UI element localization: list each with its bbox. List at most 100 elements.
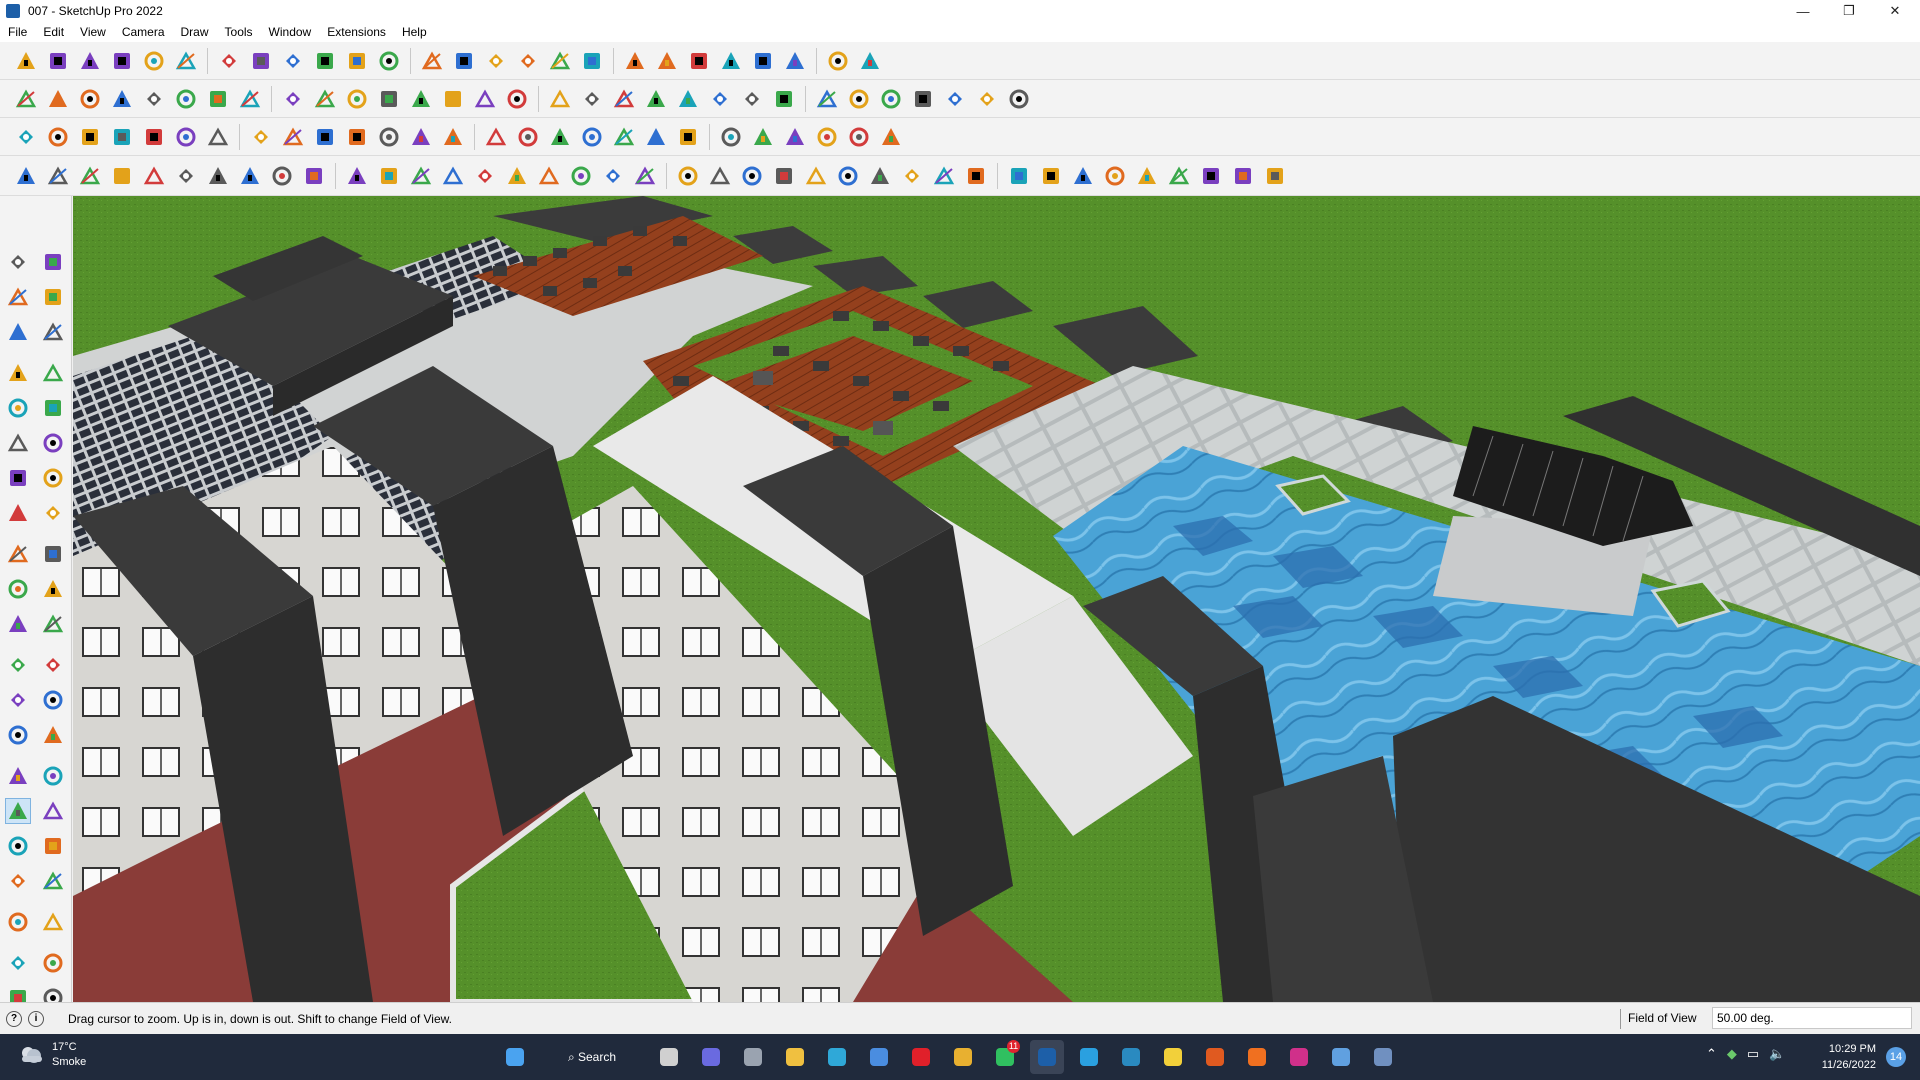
- text-icon[interactable]: [40, 687, 66, 713]
- close-button[interactable]: ✕: [1872, 0, 1918, 22]
- soften-icon[interactable]: [771, 86, 797, 112]
- undo-arc-icon[interactable]: [835, 163, 861, 189]
- gear-stack-icon[interactable]: [899, 163, 925, 189]
- x-ray-icon[interactable]: [654, 48, 680, 74]
- solid-intersect-icon[interactable]: [440, 124, 466, 150]
- opera-icon[interactable]: [904, 1040, 938, 1074]
- outer-shell-icon[interactable]: [739, 86, 765, 112]
- profile-icon[interactable]: [750, 48, 776, 74]
- windows-start-icon[interactable]: [498, 1040, 532, 1074]
- layers-icon[interactable]: [814, 124, 840, 150]
- smoove-icon[interactable]: [40, 950, 66, 976]
- look-around-icon[interactable]: [611, 124, 637, 150]
- circle-icon[interactable]: [5, 430, 31, 456]
- photos-icon[interactable]: [1324, 1040, 1358, 1074]
- shaded-icon[interactable]: [718, 48, 744, 74]
- zoom-icon[interactable]: [547, 48, 573, 74]
- lasso-icon[interactable]: [141, 48, 167, 74]
- two-point-arc-icon[interactable]: [472, 86, 498, 112]
- instructor-icon[interactable]: [878, 124, 904, 150]
- sketchup-layout-icon[interactable]: [1114, 1040, 1148, 1074]
- section-plane-icon[interactable]: [280, 86, 306, 112]
- arc-icon[interactable]: [5, 465, 31, 491]
- paint-icon[interactable]: [376, 86, 402, 112]
- menu-help[interactable]: Help: [394, 22, 435, 42]
- pan-icon[interactable]: [515, 48, 541, 74]
- taskbar-clock[interactable]: 10:29 PM 11/26/2022: [1810, 1041, 1876, 1073]
- soundcloud-icon[interactable]: [1240, 1040, 1274, 1074]
- position-camera-icon[interactable]: [5, 868, 31, 894]
- tape-pencil-icon[interactable]: [40, 319, 66, 345]
- sun-icon[interactable]: [782, 124, 808, 150]
- spiral-icon[interactable]: [739, 163, 765, 189]
- extension-warehouse-icon[interactable]: [45, 124, 71, 150]
- paint-bucket-icon[interactable]: [5, 284, 31, 310]
- rectangle-icon[interactable]: [5, 395, 31, 421]
- file-explorer-icon[interactable]: [778, 1040, 812, 1074]
- edge-icon[interactable]: [820, 1040, 854, 1074]
- circle-icon[interactable]: [504, 86, 530, 112]
- maximize-button[interactable]: ❐: [1826, 0, 1872, 22]
- sun-triangle-icon[interactable]: [600, 163, 626, 189]
- back-view-icon[interactable]: [173, 86, 199, 112]
- pie-icon[interactable]: [40, 500, 66, 526]
- sticky-notes-icon[interactable]: [1156, 1040, 1190, 1074]
- protractor-icon[interactable]: [5, 687, 31, 713]
- push-pull-icon[interactable]: [216, 48, 242, 74]
- rotate-icon[interactable]: [312, 48, 338, 74]
- teams-chat-icon[interactable]: [694, 1040, 728, 1074]
- sandbox-icon[interactable]: [5, 950, 31, 976]
- menu-view[interactable]: View: [72, 22, 114, 42]
- solid-union-icon[interactable]: [344, 124, 370, 150]
- dashed-circle-icon[interactable]: [1230, 163, 1256, 189]
- orbit-icon[interactable]: [483, 48, 509, 74]
- freehand-icon[interactable]: [408, 86, 434, 112]
- shadows-icon[interactable]: [750, 124, 776, 150]
- walk-icon[interactable]: [579, 124, 605, 150]
- pencil-line-icon[interactable]: [109, 48, 135, 74]
- 3d-warehouse-icon[interactable]: [13, 124, 39, 150]
- axis-icon[interactable]: [782, 48, 808, 74]
- warehouse-icon[interactable]: [13, 86, 39, 112]
- hook-icon[interactable]: [408, 163, 434, 189]
- qr-grid-icon[interactable]: [1262, 163, 1288, 189]
- components-icon[interactable]: [1006, 86, 1032, 112]
- g-app-icon[interactable]: [1198, 1040, 1232, 1074]
- link-icon[interactable]: [376, 163, 402, 189]
- eraser-icon[interactable]: [77, 48, 103, 74]
- model-viewport[interactable]: [73, 196, 1920, 1002]
- two-point-arc-icon[interactable]: [40, 465, 66, 491]
- measurements-box[interactable]: 50.00 deg.: [1712, 1007, 1912, 1029]
- snipping-tool-icon[interactable]: [1366, 1040, 1400, 1074]
- section-fill-icon[interactable]: [312, 86, 338, 112]
- move-arrows-icon[interactable]: [771, 163, 797, 189]
- dimension-icon[interactable]: [40, 652, 66, 678]
- volume-icon[interactable]: 🔈: [1769, 1046, 1785, 1062]
- task-view-icon[interactable]: [652, 1040, 686, 1074]
- rotated-rect-icon[interactable]: [611, 86, 637, 112]
- rectangle-icon[interactable]: [173, 48, 199, 74]
- taskbar-search-button[interactable]: ⌕ Search: [542, 1041, 642, 1073]
- front-view-icon[interactable]: [109, 86, 135, 112]
- menu-extensions[interactable]: Extensions: [319, 22, 394, 42]
- scale-icon[interactable]: [344, 48, 370, 74]
- magenta-pin-icon[interactable]: [942, 86, 968, 112]
- select-arrow-icon[interactable]: [5, 249, 31, 275]
- camera-tools-icon[interactable]: [547, 124, 573, 150]
- red-plane-icon[interactable]: [141, 163, 167, 189]
- select-icon[interactable]: [45, 48, 71, 74]
- instagram-icon[interactable]: [1282, 1040, 1316, 1074]
- box-open-icon[interactable]: [344, 163, 370, 189]
- shell-icon[interactable]: [515, 124, 541, 150]
- axes-icon[interactable]: [5, 722, 31, 748]
- chrome-icon[interactable]: [946, 1040, 980, 1074]
- no-magnet-icon[interactable]: [707, 163, 733, 189]
- yellow-plane-icon[interactable]: [77, 163, 103, 189]
- pan-hand-icon[interactable]: [40, 763, 66, 789]
- line-icon[interactable]: [5, 360, 31, 386]
- instructor-icon[interactable]: i: [28, 1010, 44, 1027]
- menu-tools[interactable]: Tools: [217, 22, 261, 42]
- cone-icon[interactable]: [568, 163, 594, 189]
- zoom-window-icon[interactable]: [40, 798, 66, 824]
- orange-pin-icon[interactable]: [910, 86, 936, 112]
